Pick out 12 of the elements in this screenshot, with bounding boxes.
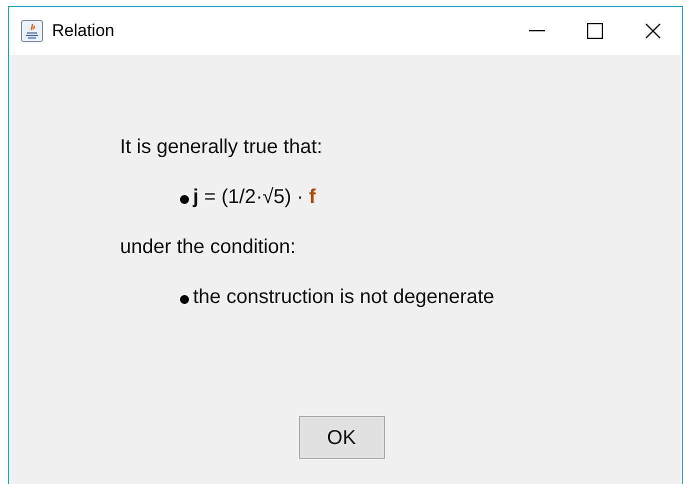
close-icon [645,23,661,39]
bullet-icon [180,194,189,204]
formula-text: j = (1/2·√5) · f [193,185,316,209]
minimize-icon [529,30,545,32]
maximize-icon [587,23,603,39]
java-app-icon [21,20,43,42]
condition-text: the construction is not degenerate [193,285,494,309]
ok-button[interactable]: OK [298,416,384,459]
statement-intro: It is generally true that: [120,135,324,159]
window-title: Relation [52,20,114,42]
bullet-icon [180,294,189,304]
condition-intro: under the condition: [120,235,297,259]
